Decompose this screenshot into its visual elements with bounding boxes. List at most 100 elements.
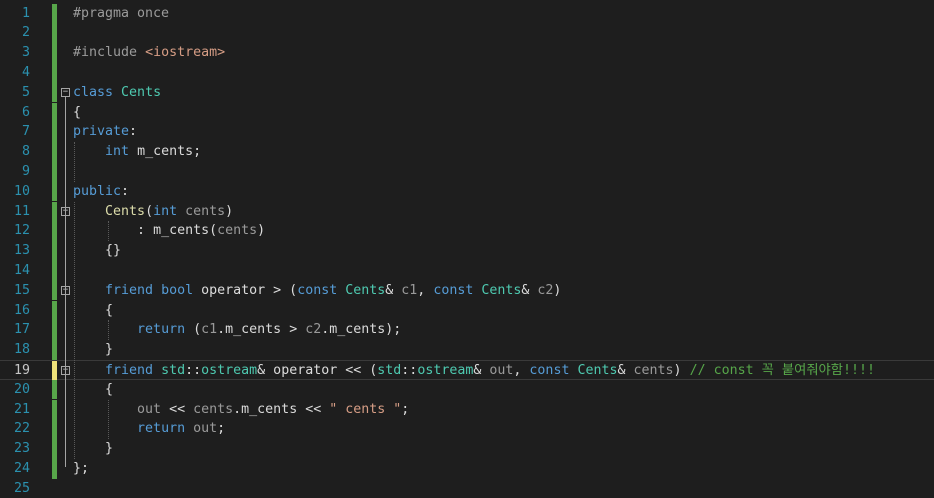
line-number: 21 — [13, 401, 30, 417]
code-line[interactable]: 22 return out; — [0, 419, 934, 440]
code-text: Cents(int cents) — [73, 202, 233, 222]
code-line[interactable]: 18 } — [0, 340, 934, 360]
code-text: private: — [73, 122, 137, 142]
code-line[interactable]: 10 public: — [0, 181, 934, 202]
line-number: 7 — [21, 124, 30, 140]
code-token: Cents — [345, 282, 386, 298]
code-token: out — [193, 421, 218, 437]
indent-guide — [74, 142, 75, 182]
collapse-minus-box-icon[interactable]: − — [61, 87, 70, 97]
code-token: bool — [161, 282, 202, 298]
line-number: 1 — [21, 5, 30, 21]
code-line[interactable]: 1 #pragma once — [0, 3, 934, 24]
code-token: cents — [633, 362, 674, 378]
change-indicator-bar — [52, 340, 57, 360]
code-line[interactable]: 2 — [0, 23, 934, 44]
code-line[interactable]: 15− friend bool operator > (const Cents&… — [0, 280, 934, 301]
line-number: 15 — [13, 282, 30, 298]
code-token: << — [161, 401, 194, 417]
code-text: } — [73, 340, 113, 360]
code-token: Cents — [481, 282, 522, 298]
indent-guide — [74, 201, 75, 459]
change-indicator-bar — [52, 260, 57, 281]
code-line[interactable]: 14 — [0, 260, 934, 281]
code-token: c2 — [305, 322, 322, 338]
change-indicator-bar — [52, 102, 57, 123]
change-indicator-bar — [52, 419, 57, 440]
line-number: 13 — [13, 243, 30, 259]
code-token: ) — [257, 223, 266, 239]
code-token: ) — [673, 362, 690, 378]
code-text: class Cents — [73, 83, 161, 103]
code-line[interactable]: 16 { — [0, 300, 934, 321]
code-token: :: — [185, 362, 202, 378]
code-text: #include <iostream> — [73, 43, 225, 63]
change-indicator-bar — [52, 379, 57, 400]
change-indicator-bar — [52, 82, 57, 103]
code-editor[interactable]: 1 #pragma once 2 3 #include <iostream> 4 5− cla… — [0, 0, 934, 497]
code-text: out << cents.m_cents << " cents "; — [73, 400, 409, 420]
change-indicator-bar — [52, 221, 57, 242]
change-indicator-bar — [52, 43, 57, 63]
code-token: :: — [401, 362, 418, 378]
change-indicator-bar — [52, 360, 57, 381]
code-line[interactable]: 19− friend std::ostream& operator << (st… — [0, 359, 934, 381]
code-token: { — [73, 381, 114, 397]
change-indicator-bar — [52, 458, 57, 479]
line-number: 25 — [13, 480, 30, 496]
code-token: const — [297, 282, 346, 298]
code-token: return — [137, 421, 194, 437]
code-token: ; — [193, 144, 202, 160]
code-token: cents — [193, 401, 234, 417]
code-token: Cents — [105, 203, 146, 219]
code-line[interactable]: 7 private: — [0, 122, 934, 143]
code-line[interactable]: 25 — [0, 479, 934, 498]
change-indicator-bar — [52, 241, 57, 261]
code-token: Cents — [121, 84, 162, 100]
line-number: 2 — [21, 25, 30, 41]
code-line[interactable]: 4 — [0, 62, 934, 83]
change-indicator-bar — [52, 3, 57, 24]
line-number: 4 — [21, 64, 30, 80]
code-token: & — [521, 282, 538, 298]
code-line[interactable]: 5 − class Cents — [0, 82, 934, 103]
code-token: // const 꼭 붙여줘야함!!!! — [689, 362, 876, 378]
code-token: <iostream> — [145, 45, 226, 61]
code-line[interactable]: 17 return (c1.m_cents > c2.m_cents); — [0, 320, 934, 341]
code-token: int — [105, 144, 138, 160]
code-line[interactable]: 11− Cents(int cents) — [0, 201, 934, 222]
line-number: 9 — [21, 163, 30, 179]
code-token: . — [233, 401, 242, 417]
code-token: ; — [217, 421, 226, 437]
code-token: ( — [209, 223, 218, 239]
code-text: int m_cents; — [73, 142, 201, 162]
line-number: 23 — [13, 441, 30, 457]
code-line[interactable]: 6{ — [0, 102, 934, 123]
code-token: > — [281, 322, 306, 338]
code-line[interactable]: 9 — [0, 161, 934, 182]
code-line[interactable]: 12 : m_cents(cents) — [0, 221, 934, 242]
code-token: : — [121, 183, 130, 199]
code-line[interactable]: 24}; — [0, 458, 934, 479]
code-text: friend bool operator > (const Cents& c1,… — [73, 281, 561, 301]
code-token: private — [73, 124, 130, 140]
code-line[interactable]: 21 out << cents.m_cents << " cents "; — [0, 399, 934, 420]
code-token: const — [433, 282, 482, 298]
code-line[interactable]: 13 {} — [0, 241, 934, 261]
change-indicator-bar — [52, 280, 57, 301]
line-number: 12 — [13, 223, 30, 239]
code-token: c2 — [537, 282, 554, 298]
code-line[interactable]: 3 #include <iostream> — [0, 43, 934, 63]
code-line[interactable]: 8 int m_cents; — [0, 142, 934, 162]
code-token: : — [129, 124, 138, 140]
code-line[interactable]: 20 { — [0, 379, 934, 400]
code-token: , — [417, 282, 434, 298]
code-token: friend — [105, 282, 162, 298]
code-text: #pragma once — [73, 4, 169, 24]
code-line[interactable]: 23 } — [0, 439, 934, 459]
line-number: 22 — [13, 421, 30, 437]
code-token: out — [489, 362, 514, 378]
code-text: } — [73, 439, 113, 459]
line-number: 10 — [13, 183, 30, 199]
